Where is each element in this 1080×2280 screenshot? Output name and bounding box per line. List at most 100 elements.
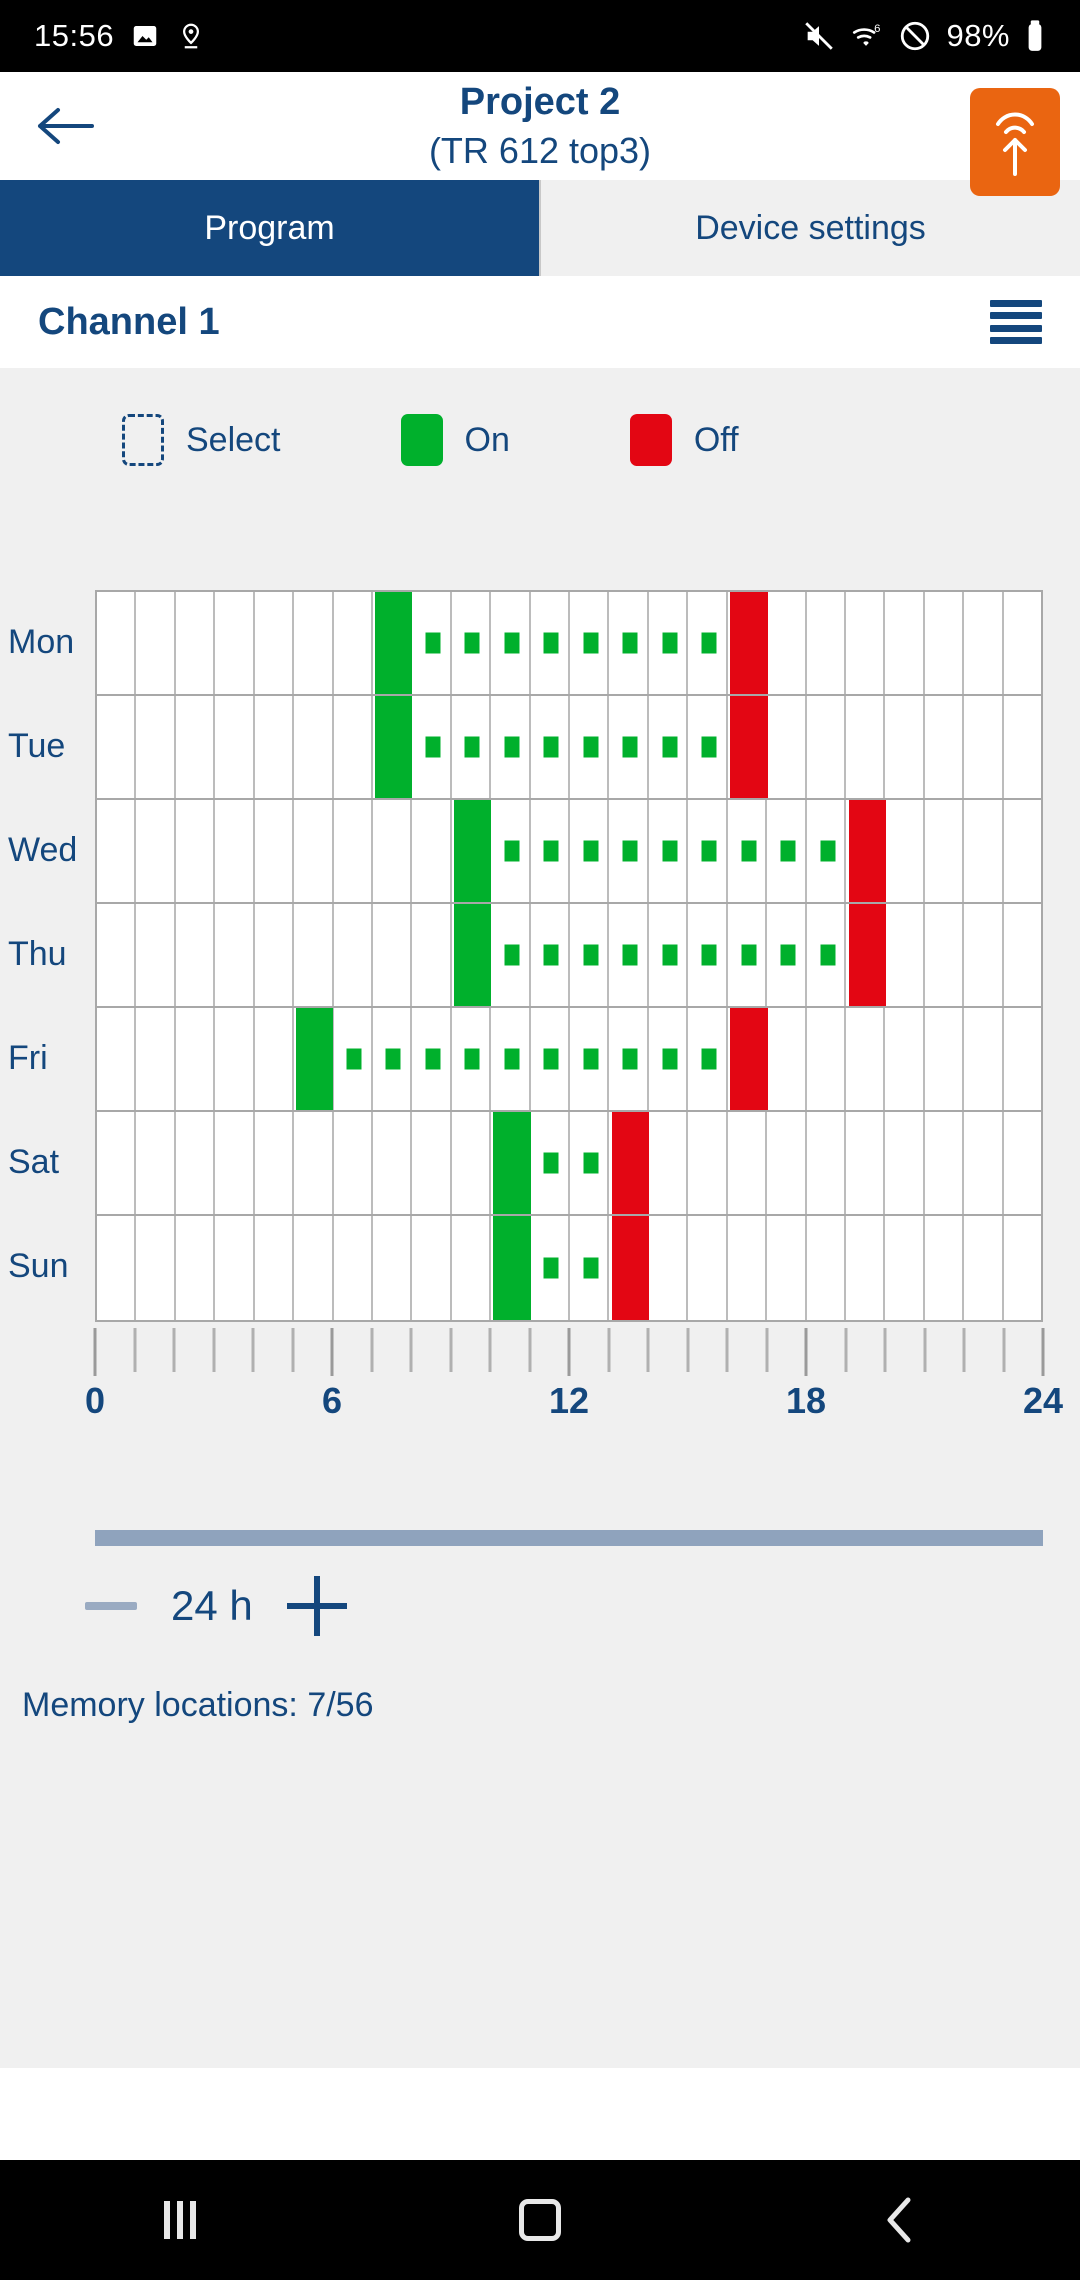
active-hour-marker (543, 1257, 559, 1279)
switch-block-off[interactable] (848, 800, 886, 902)
wifi6-icon: 6 (850, 19, 884, 53)
switch-block-off[interactable] (730, 1008, 768, 1110)
axis-tick (212, 1328, 215, 1372)
active-hour-marker (741, 840, 757, 862)
active-hour-marker (543, 944, 559, 966)
hour-gridlines (97, 592, 1041, 694)
schedule-row[interactable] (97, 904, 1041, 1008)
battery-icon (1024, 19, 1046, 53)
switch-block-on[interactable] (453, 800, 491, 902)
legend-label-select: Select (186, 420, 281, 459)
axis-tick (962, 1328, 966, 1372)
header-title-wrap: Project 2 (TR 612 top3) (0, 72, 1080, 180)
do-not-disturb-icon (898, 19, 932, 53)
switch-block-on[interactable] (374, 592, 412, 694)
day-label-wed: Wed (8, 830, 78, 869)
list-menu-icon[interactable] (990, 300, 1042, 344)
hour-gridlines (97, 696, 1041, 798)
schedule-row[interactable] (97, 592, 1041, 696)
axis-tick (488, 1328, 492, 1372)
axis-tick (172, 1328, 176, 1372)
page-title: Project 2 (459, 80, 621, 123)
active-hour-marker (583, 632, 599, 654)
legend-item-on[interactable]: On (400, 414, 510, 466)
switch-block-off[interactable] (611, 1216, 649, 1320)
battery-percent: 98% (946, 18, 1010, 53)
image-icon (130, 21, 160, 51)
day-label-fri: Fri (8, 1038, 48, 1077)
select-swatch-icon (122, 414, 164, 466)
active-hour-marker (504, 1048, 520, 1070)
axis-tick (844, 1328, 847, 1372)
app-header: Project 2 (TR 612 top3) (0, 72, 1080, 196)
legend-label-off: Off (693, 420, 739, 459)
zoom-in-button[interactable] (287, 1576, 347, 1636)
transmit-button[interactable] (970, 88, 1060, 196)
active-hour-marker (504, 632, 520, 654)
legend-label-on: On (464, 420, 510, 459)
active-hour-marker (543, 736, 559, 758)
axis-tick (1041, 1328, 1045, 1376)
switch-block-on[interactable] (295, 1008, 333, 1110)
axis-label-6: 6 (321, 1380, 343, 1421)
switch-block-off[interactable] (730, 592, 768, 694)
zoom-control: 24 h (85, 1576, 347, 1636)
axis-tick (567, 1328, 571, 1376)
active-hour-marker (741, 944, 757, 966)
schedule-row[interactable] (97, 1112, 1041, 1216)
active-hour-marker (701, 736, 717, 758)
switch-block-on[interactable] (493, 1112, 531, 1214)
status-time: 15:56 (34, 18, 115, 53)
tab-program[interactable]: Program (0, 180, 539, 276)
axis-tick (133, 1328, 136, 1372)
switch-block-on[interactable] (493, 1216, 531, 1320)
axis-tick (409, 1328, 413, 1372)
schedule-row[interactable] (97, 696, 1041, 800)
active-hour-marker (820, 840, 836, 862)
status-bar-left: 15:56 (34, 18, 206, 54)
active-hour-marker (622, 736, 638, 758)
active-hour-marker (662, 840, 678, 862)
active-hour-marker (820, 944, 836, 966)
active-hour-marker (622, 1048, 638, 1070)
hour-gridlines (97, 800, 1041, 902)
active-hour-marker (622, 632, 638, 654)
horizontal-scrollbar[interactable] (95, 1530, 1043, 1546)
zoom-out-button[interactable] (85, 1602, 137, 1610)
legend-item-off[interactable]: Off (629, 414, 739, 466)
channel-bar: Channel 1 (0, 276, 1080, 368)
back-arrow-icon (38, 108, 94, 144)
switch-block-on[interactable] (374, 696, 412, 798)
active-hour-marker (583, 736, 599, 758)
axis-label-18: 18 (785, 1380, 827, 1421)
switch-block-off[interactable] (611, 1112, 649, 1214)
on-swatch-icon (400, 414, 443, 466)
axis-tick (449, 1328, 452, 1372)
switch-block-on[interactable] (453, 904, 491, 1006)
day-labels: Mon Tue Wed Thu Fri Sat Sun (0, 590, 95, 1318)
schedule-row[interactable] (97, 1008, 1041, 1112)
nav-home-button[interactable] (485, 2165, 595, 2275)
active-hour-marker (583, 1048, 599, 1070)
nav-back-button[interactable] (845, 2165, 955, 2275)
switch-block-off[interactable] (730, 696, 768, 798)
active-hour-marker (583, 1152, 599, 1174)
hour-gridlines (97, 904, 1041, 1006)
axis-tick (251, 1328, 255, 1372)
active-hour-marker (543, 1048, 559, 1070)
schedule-row[interactable] (97, 800, 1041, 904)
back-button[interactable] (22, 83, 108, 169)
axis-tick (804, 1328, 808, 1376)
axis-tick (291, 1328, 294, 1372)
legend-item-select[interactable]: Select (122, 414, 281, 466)
tab-bar: Program Device settings (0, 180, 1080, 276)
axis-tick (646, 1328, 650, 1372)
schedule-row[interactable] (97, 1216, 1041, 1320)
schedule-grid[interactable] (95, 590, 1043, 1322)
off-swatch-icon (629, 414, 672, 466)
switch-block-off[interactable] (848, 904, 886, 1006)
nav-recents-button[interactable] (125, 2165, 235, 2275)
hour-gridlines (97, 1008, 1041, 1110)
active-hour-marker (425, 1048, 441, 1070)
axis-tick (765, 1328, 768, 1372)
